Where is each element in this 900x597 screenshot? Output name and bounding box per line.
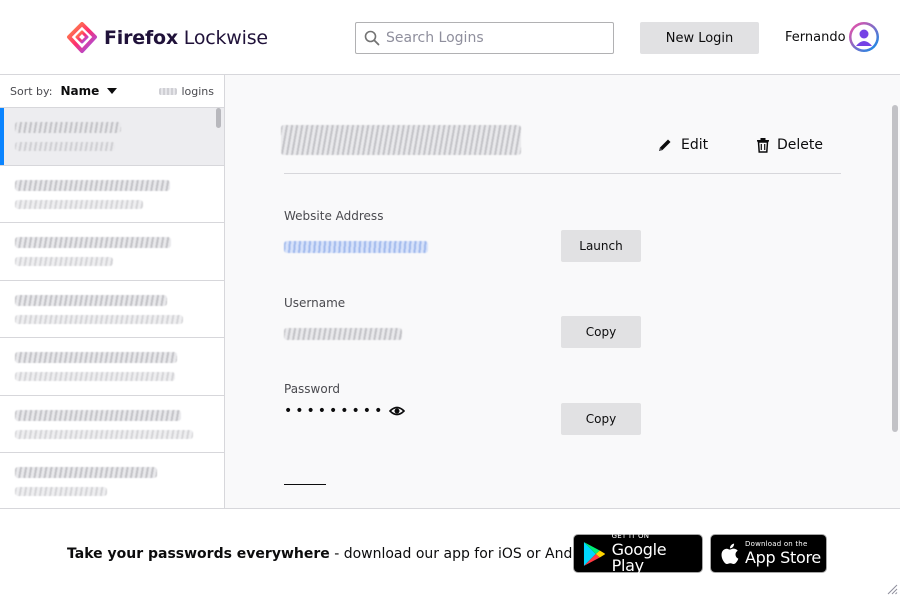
blurred-username <box>15 142 115 151</box>
delete-button[interactable]: Delete <box>755 137 823 153</box>
search-input[interactable] <box>386 30 606 46</box>
delete-label: Delete <box>777 137 823 153</box>
brand-name: Firefox Lockwise <box>104 27 268 49</box>
blurred-username <box>15 372 175 381</box>
sort-bar: Sort by: Name logins <box>0 75 224 108</box>
sort-label: Sort by: <box>10 84 53 98</box>
eye-icon[interactable] <box>389 404 405 418</box>
divider <box>284 173 841 174</box>
list-item[interactable] <box>0 338 224 396</box>
lockwise-logo-icon <box>67 22 97 53</box>
app-store-small: Download on the <box>745 540 808 548</box>
list-item[interactable] <box>0 166 224 223</box>
list-item[interactable] <box>0 223 224 281</box>
list-item[interactable] <box>0 453 224 508</box>
blurred-username <box>15 487 107 496</box>
logins-list <box>0 108 224 508</box>
list-item[interactable] <box>0 108 224 166</box>
sidebar-scrollbar[interactable] <box>216 108 221 128</box>
detail-scrollbar[interactable] <box>892 105 898 432</box>
password-label: Password <box>284 382 341 396</box>
list-item[interactable] <box>0 396 224 453</box>
brand[interactable]: Firefox Lockwise <box>66 22 268 54</box>
google-play-button[interactable]: GET IT ON Google Play <box>573 533 703 574</box>
google-play-small: GET IT ON <box>611 532 650 540</box>
search-box[interactable] <box>355 22 614 54</box>
google-play-icon <box>583 541 605 566</box>
blurred-website-address[interactable] <box>284 241 428 253</box>
blurred-username-value <box>284 328 402 340</box>
app-store-text: Download on the App Store <box>745 541 821 566</box>
google-play-big: Google Play <box>611 540 667 575</box>
blurred-title <box>15 467 157 478</box>
app-store-button[interactable]: Download on the App Store <box>710 534 827 573</box>
resize-grip-icon[interactable] <box>886 583 898 595</box>
blurred-username <box>15 429 193 439</box>
new-login-button[interactable]: New Login <box>640 22 759 54</box>
apple-icon <box>721 543 739 564</box>
copy-username-button[interactable]: Copy <box>561 316 641 348</box>
username-label: Username <box>284 296 346 310</box>
pencil-icon <box>659 139 671 151</box>
brand-name-light: Lockwise <box>177 27 268 49</box>
blurred-title <box>15 409 181 421</box>
blurred-username <box>15 199 143 209</box>
chevron-down-icon[interactable] <box>107 88 118 94</box>
blurred-username <box>15 314 183 324</box>
brand-name-bold: Firefox <box>104 27 178 49</box>
app-store-big: App Store <box>745 548 821 567</box>
website-address-label: Website Address <box>284 209 384 223</box>
app-header: Firefox Lockwise New Login Fernando <box>0 0 900 75</box>
promo-text: Take your passwords everywhere - downloa… <box>67 546 604 562</box>
password-value: ••••••••• <box>284 403 386 419</box>
blurred-title <box>15 237 171 248</box>
google-play-text: GET IT ON Google Play <box>612 533 702 574</box>
blurred-title <box>15 122 121 133</box>
blurred-title <box>15 294 167 306</box>
promo-text-bold: Take your passwords everywhere <box>67 546 330 562</box>
launch-button[interactable]: Launch <box>561 230 641 262</box>
logins-sidebar: Sort by: Name logins <box>0 75 225 508</box>
edit-label: Edit <box>681 137 709 153</box>
blurred-title <box>15 179 170 191</box>
user-avatar-icon[interactable] <box>848 21 880 53</box>
app-promo-footer: Take your passwords everywhere - downloa… <box>0 508 900 597</box>
search-icon <box>364 30 380 46</box>
copy-password-button[interactable]: Copy <box>561 403 641 435</box>
logins-count: logins <box>159 85 214 98</box>
promo-text-rest: - download our app for iOS or Android: <box>329 546 604 562</box>
user-name[interactable]: Fernando <box>785 30 846 45</box>
sort-select[interactable]: Name <box>60 84 99 98</box>
blurred-title <box>15 352 177 363</box>
blurred-count <box>159 88 178 95</box>
edit-button[interactable]: Edit <box>657 137 708 153</box>
short-divider <box>284 484 326 485</box>
blurred-login-title <box>281 125 521 155</box>
logins-count-label: logins <box>181 85 214 98</box>
trash-icon <box>757 138 769 153</box>
blurred-username <box>15 257 113 266</box>
list-item[interactable] <box>0 281 224 338</box>
login-detail-panel: Edit Delete Website Address Launch Usern… <box>225 75 900 508</box>
